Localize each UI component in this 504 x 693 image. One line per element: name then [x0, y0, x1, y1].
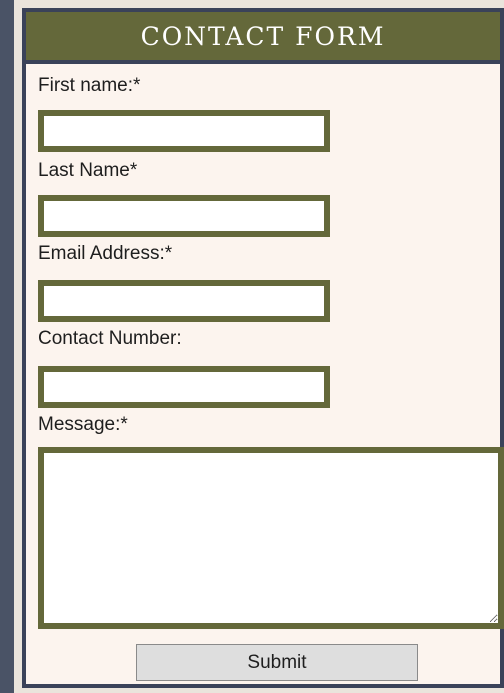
first-name-input[interactable]	[38, 110, 330, 152]
contact-number-label: Contact Number:	[38, 328, 182, 349]
form-title: CONTACT FORM	[140, 21, 386, 51]
contact-number-input[interactable]	[38, 366, 330, 408]
form-frame: CONTACT FORM First name:* Last Name* Ema…	[14, 0, 504, 693]
message-textarea[interactable]	[38, 447, 504, 629]
contact-form: CONTACT FORM First name:* Last Name* Ema…	[22, 8, 504, 688]
form-body: First name:* Last Name* Email Address:* …	[26, 74, 504, 629]
email-input[interactable]	[38, 280, 330, 322]
message-label: Message:*	[38, 414, 128, 435]
submit-button[interactable]: Submit	[136, 644, 418, 681]
last-name-input[interactable]	[38, 195, 330, 237]
first-name-label: First name:*	[38, 75, 141, 96]
form-header: CONTACT FORM	[26, 12, 500, 64]
email-label: Email Address:*	[38, 243, 173, 264]
last-name-label: Last Name*	[38, 160, 138, 181]
